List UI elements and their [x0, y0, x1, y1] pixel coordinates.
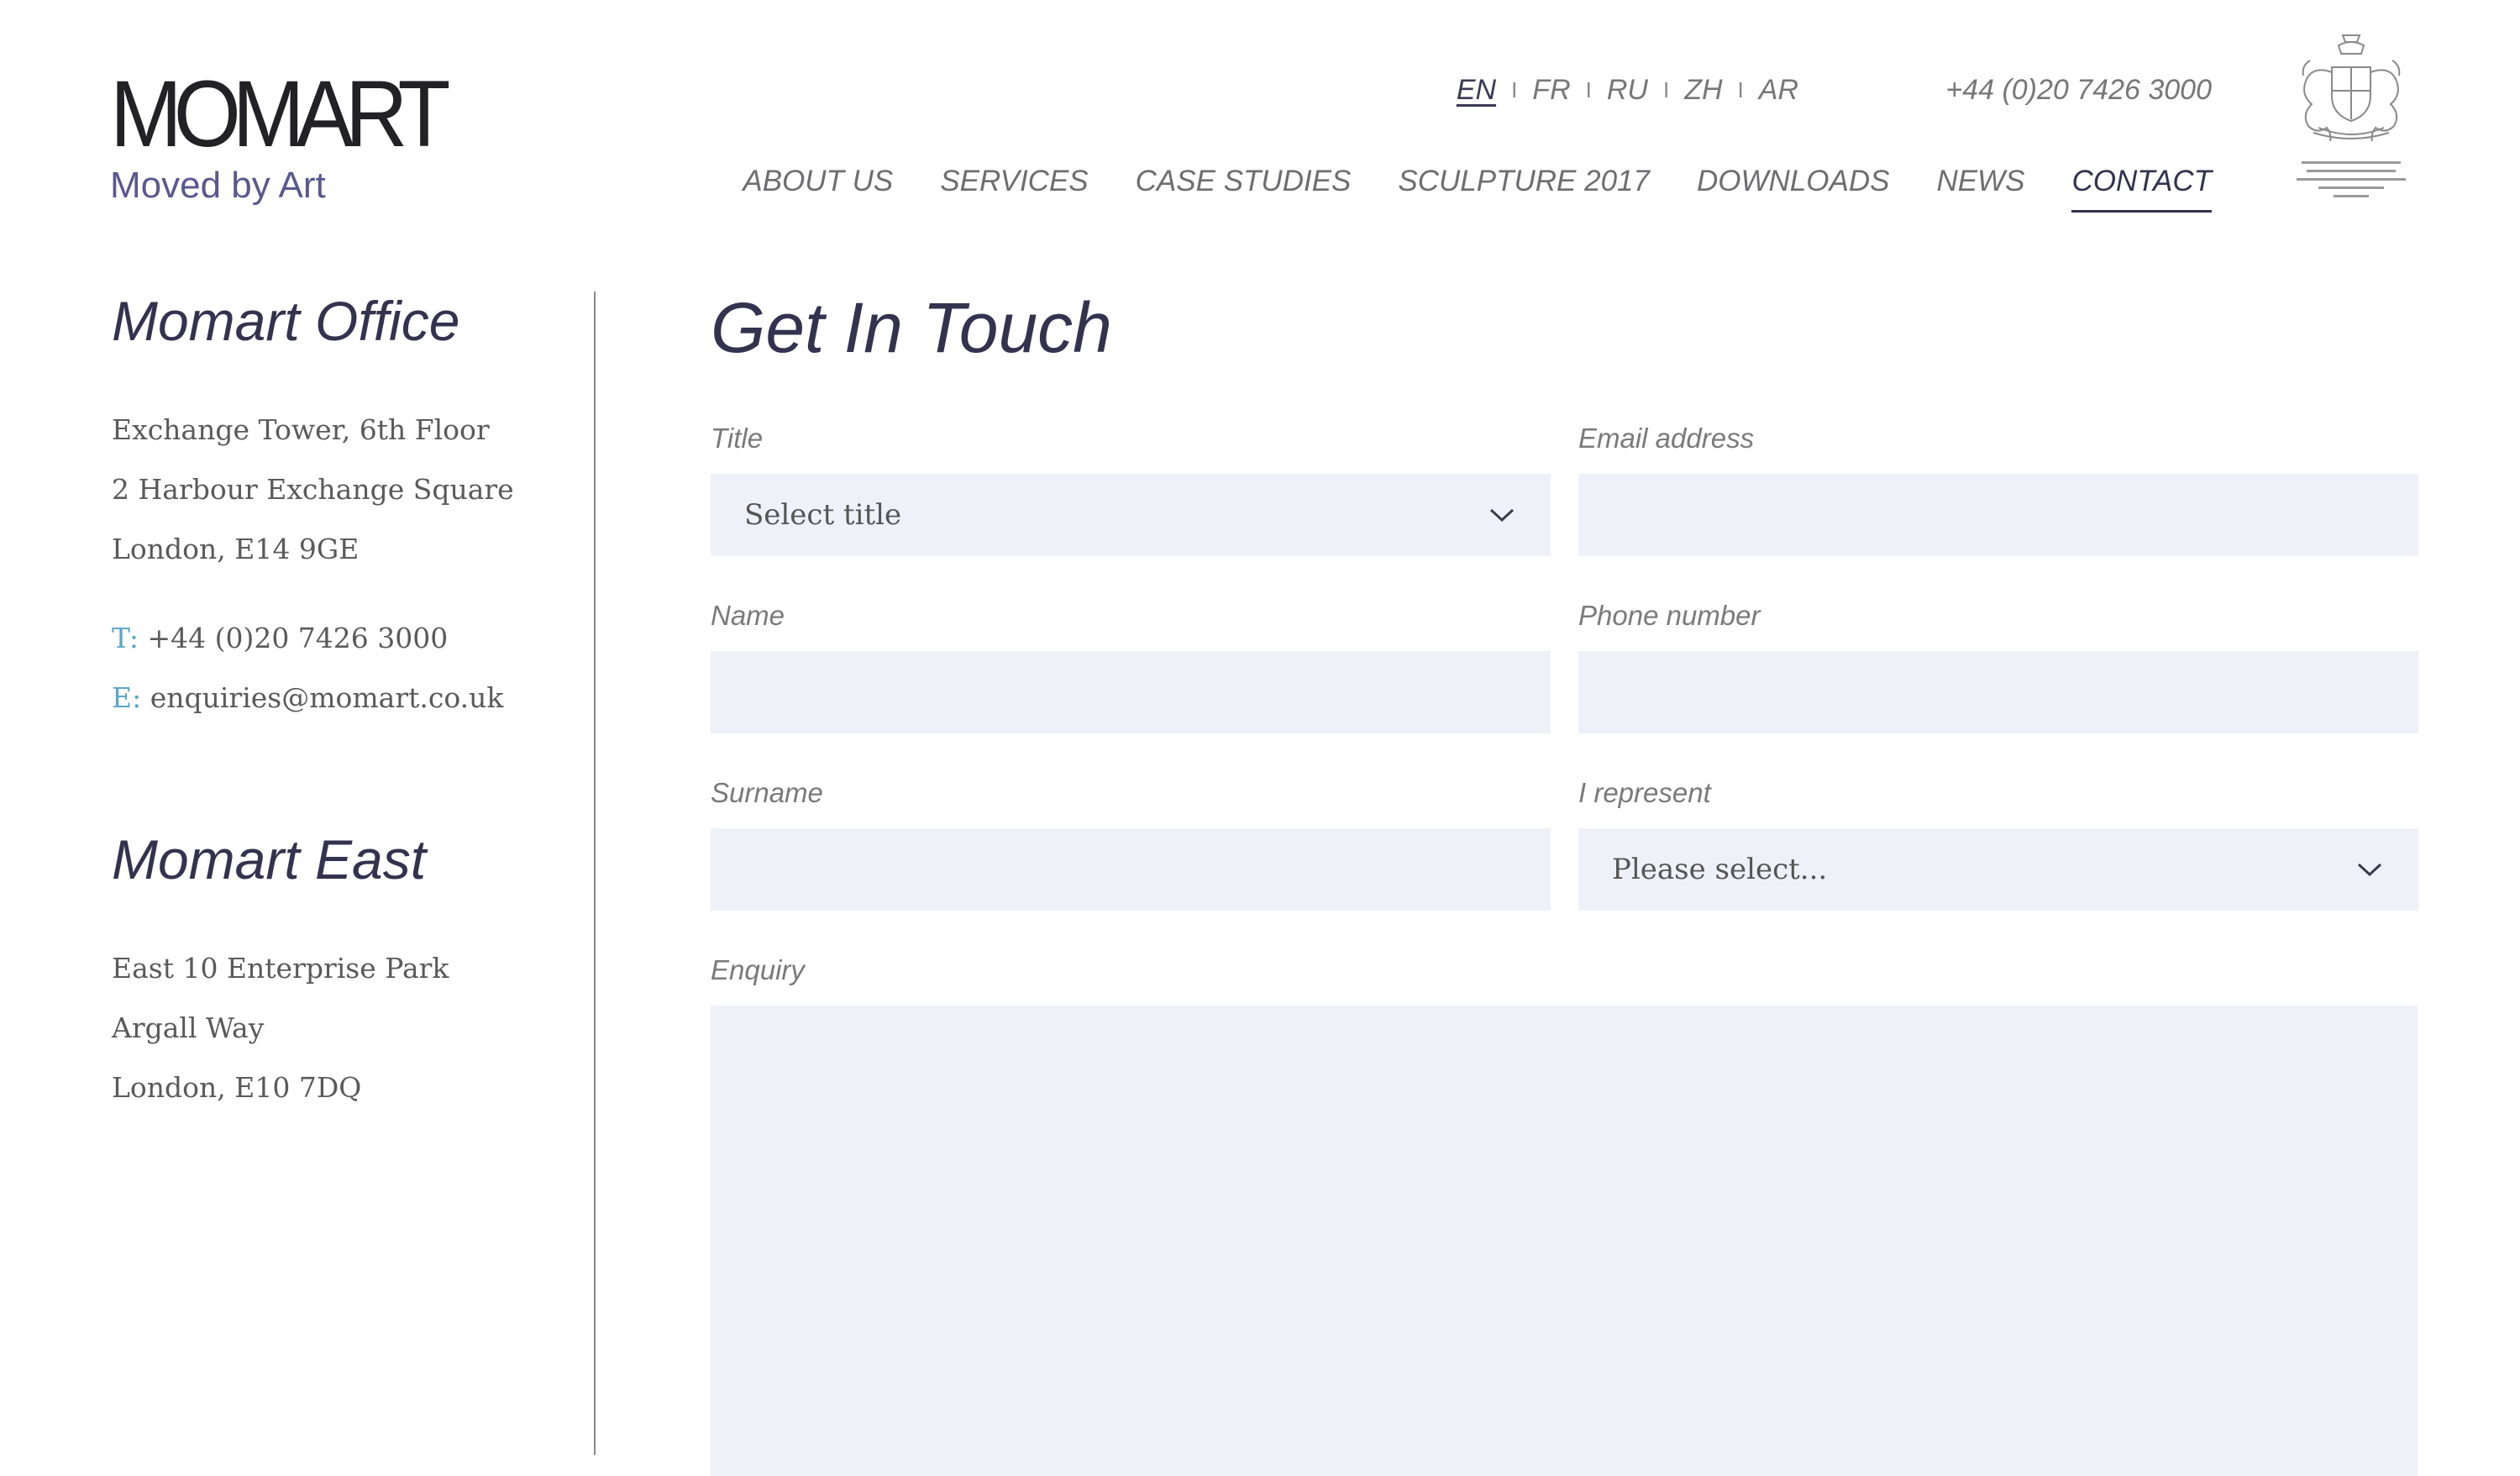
lang-zh[interactable]: ZH	[1684, 74, 1722, 107]
address-line: London, E10 7DQ	[112, 1071, 362, 1104]
surname-label: Surname	[711, 777, 823, 808]
office-east: Momart East East 10 Enterprise Park Arga…	[112, 824, 582, 1117]
lang-ar[interactable]: AR	[1759, 74, 1798, 107]
enquiry-label: Enquiry	[711, 954, 805, 985]
enquiry-textarea[interactable]	[711, 1006, 2418, 1476]
nav-contact[interactable]: CONTACT	[2071, 165, 2212, 213]
lang-separator: I	[1737, 77, 1744, 102]
lang-en[interactable]: EN	[1457, 74, 1496, 107]
represent-field: I represent Please select...	[1578, 776, 2418, 911]
address-line: East 10 Enterprise Park	[112, 952, 449, 985]
surname-input[interactable]	[711, 828, 1551, 911]
nav-news[interactable]: NEWS	[1936, 165, 2024, 213]
nav-case-studies[interactable]: CASE STUDIES	[1136, 165, 1352, 213]
lang-separator: I	[1585, 77, 1592, 102]
phone-field: Phone number	[1578, 599, 2418, 733]
email-line: E: enquiries@momart.co.uk	[112, 668, 582, 727]
title-select[interactable]: Select title	[711, 474, 1551, 556]
email-field: Email address	[1578, 422, 2418, 556]
main-nav: ABOUT US SERVICES CASE STUDIES SCULPTURE…	[743, 165, 2212, 213]
chevron-down-icon	[2357, 863, 2382, 877]
address-line: 2 Harbour Exchange Square	[112, 473, 514, 506]
represent-select-value: Please select...	[1612, 853, 1828, 886]
enquiry-field: Enquiry	[711, 953, 2418, 1476]
offices-column: Momart Office Exchange Tower, 6th Floor …	[112, 286, 582, 1117]
address-line: Exchange Tower, 6th Floor	[112, 413, 490, 446]
surname-field: Surname	[711, 776, 1551, 911]
title-label: Title	[711, 423, 764, 454]
form-heading: Get In Touch	[711, 288, 1112, 367]
email-prefix: E:	[112, 681, 142, 714]
email-input[interactable]	[1578, 474, 2418, 556]
represent-label: I represent	[1578, 777, 1711, 808]
represent-select[interactable]: Please select...	[1578, 828, 2418, 911]
nav-services[interactable]: SERVICES	[940, 165, 1088, 213]
contact-form: Get In Touch Title Select title Email ad…	[711, 286, 2418, 1476]
header-phone-link[interactable]: +44 (0)20 7426 3000	[1945, 74, 2212, 107]
nav-sculpture-2017[interactable]: SCULPTURE 2017	[1398, 165, 1650, 213]
name-label: Name	[711, 600, 785, 631]
logo-wordmark: MOMART	[110, 61, 450, 166]
lang-fr[interactable]: FR	[1532, 74, 1570, 107]
email-label: Email address	[1578, 423, 1755, 454]
phone-input[interactable]	[1578, 651, 2418, 733]
name-field: Name	[711, 599, 1551, 733]
title-field: Title Select title	[711, 422, 1551, 556]
office-address: Exchange Tower, 6th Floor 2 Harbour Exch…	[112, 400, 582, 579]
column-divider	[594, 292, 596, 1455]
name-input[interactable]	[711, 651, 1551, 733]
office-heading: Momart Office	[112, 290, 460, 352]
royal-warrant-crest-icon	[2297, 34, 2406, 197]
address-line: Argall Way	[112, 1011, 265, 1044]
chevron-down-icon	[1489, 508, 1515, 523]
address-line: London, E14 9GE	[112, 533, 360, 565]
logo[interactable]: MOMART Moved by Art	[110, 61, 471, 207]
lang-ru[interactable]: RU	[1607, 74, 1648, 107]
office-contact: T: +44 (0)20 7426 3000 E: enquiries@moma…	[112, 608, 582, 727]
office-email-link[interactable]: enquiries@momart.co.uk	[150, 681, 504, 714]
logo-tagline: Moved by Art	[110, 165, 326, 206]
phone-prefix: T:	[112, 622, 139, 654]
phone-line: T: +44 (0)20 7426 3000	[112, 608, 582, 668]
nav-about-us[interactable]: ABOUT US	[743, 165, 893, 213]
nav-downloads[interactable]: DOWNLOADS	[1697, 165, 1889, 213]
lang-separator: I	[1511, 77, 1518, 102]
title-select-value: Select title	[744, 498, 902, 532]
office-heading: Momart East	[112, 828, 427, 890]
office-main: Momart Office Exchange Tower, 6th Floor …	[112, 286, 582, 727]
phone-label: Phone number	[1578, 600, 1761, 631]
page: MOMART Moved by Art EN I FR I RU I ZH I …	[0, 0, 2520, 1476]
language-switcher: EN I FR I RU I ZH I AR	[1457, 74, 1798, 107]
office-address: East 10 Enterprise Park Argall Way Londo…	[112, 938, 582, 1117]
office-phone-link[interactable]: +44 (0)20 7426 3000	[147, 622, 448, 654]
lang-separator: I	[1662, 77, 1670, 102]
